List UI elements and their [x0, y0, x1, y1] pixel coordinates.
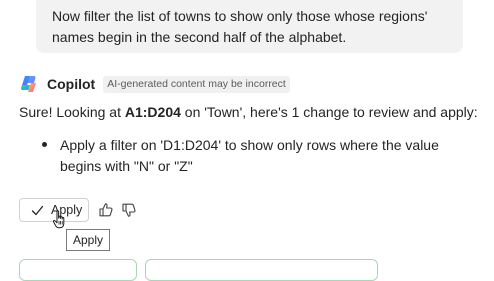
change-list-item: Apply a filter on 'D1:D204' to show only… [60, 137, 439, 174]
check-icon [31, 205, 44, 215]
bullet-dot [42, 142, 47, 147]
response-suffix: on 'Town', here's 1 change to review and… [180, 104, 478, 120]
thumb-up-icon[interactable] [98, 202, 114, 218]
next-card[interactable] [19, 259, 137, 281]
copilot-name: Copilot [47, 76, 96, 92]
next-card[interactable] [145, 259, 378, 281]
response-range: A1:D204 [124, 104, 181, 120]
hand-cursor-icon [52, 210, 65, 229]
response-text: Sure! Looking at A1:D204 on 'Town', here… [19, 102, 489, 122]
apply-tooltip: Apply [66, 229, 111, 251]
copilot-header: Copilot AI-generated content may be inco… [19, 73, 290, 95]
copilot-logo-icon [21, 76, 36, 92]
ai-disclaimer-badge: AI-generated content may be incorrect [103, 75, 290, 93]
user-message-text: Now filter the list of towns to show onl… [52, 8, 428, 45]
response-prefix: Sure! Looking at [19, 104, 125, 120]
thumb-down-icon[interactable] [121, 202, 137, 218]
